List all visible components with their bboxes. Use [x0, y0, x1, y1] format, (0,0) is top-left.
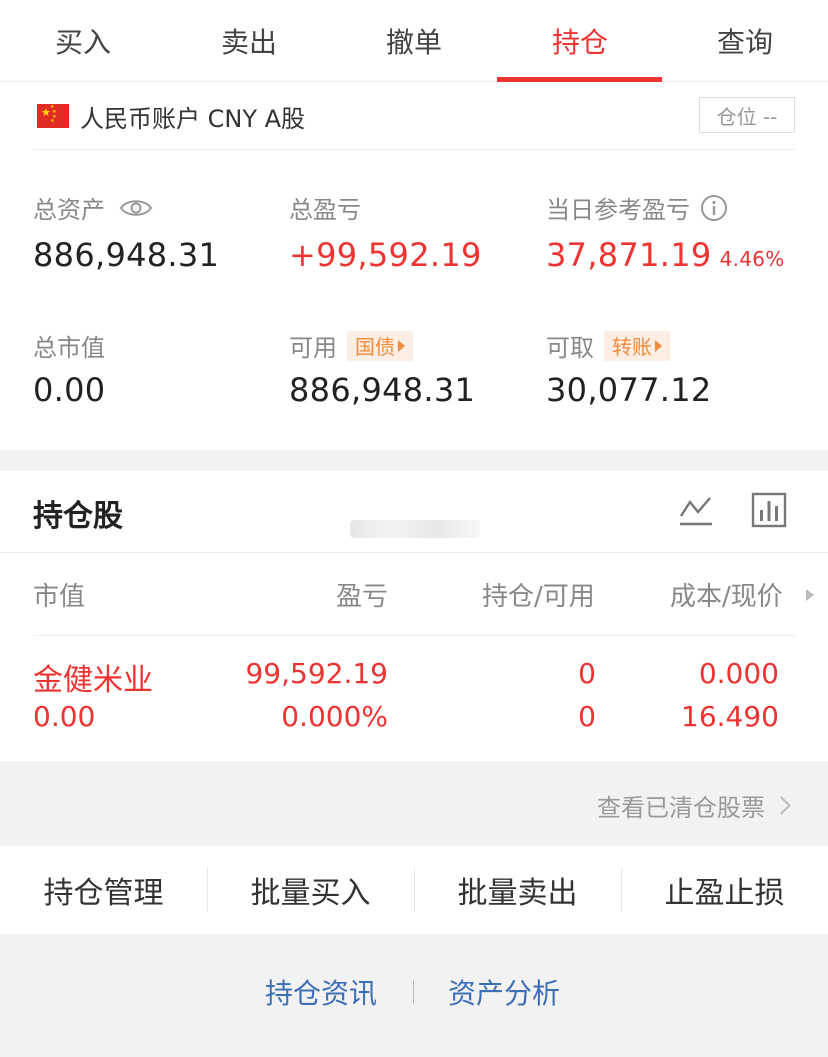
position-button[interactable]: 仓位 --	[699, 97, 795, 133]
batch-sell-button[interactable]: 批量卖出	[414, 846, 621, 934]
tab-holdings[interactable]: 持仓	[497, 0, 663, 82]
row-market-value: 0.00	[33, 700, 96, 733]
header-market-value[interactable]: 市值	[33, 576, 85, 613]
holding-actions-bar: 持仓管理 批量买入 批量卖出 止盈止损	[0, 846, 828, 934]
caret-right-icon[interactable]	[805, 588, 815, 602]
view-cleared-stocks-link[interactable]: 查看已清仓股票	[597, 788, 791, 823]
transfer-tag-text: 转账	[612, 335, 652, 359]
market-value-value: 0.00	[33, 371, 106, 409]
triangle-right-icon	[655, 339, 662, 352]
available-label: 可用 国债	[289, 328, 413, 363]
info-icon[interactable]	[700, 194, 728, 222]
stock-name: 金健米业	[33, 663, 153, 698]
bar-chart-icon[interactable]	[751, 492, 787, 528]
china-flag-icon: ★ ★ ★ ★ ★	[37, 104, 69, 128]
view-cleared-stocks-text: 查看已清仓股票	[597, 794, 765, 822]
daily-pl-label: 当日参考盈亏	[546, 190, 728, 225]
available-value: 886,948.31	[289, 371, 476, 409]
row-cost: 0.000	[698, 657, 779, 690]
divider	[33, 635, 795, 636]
daily-pl-value: 37,871.19 4.46%	[546, 236, 785, 274]
daily-pl-amount: 37,871.19	[546, 236, 712, 274]
row-pl-percent: 0.000%	[281, 700, 388, 733]
tab-cancel[interactable]: 撤单	[331, 0, 497, 82]
total-assets-label: 总资产	[33, 190, 153, 225]
trade-tab-bar: 买入 卖出 撤单 持仓 查询	[0, 0, 828, 82]
manage-holdings-button[interactable]: 持仓管理	[0, 846, 207, 934]
footer-area	[0, 934, 828, 1057]
treasury-bond-tag[interactable]: 国债	[347, 330, 413, 361]
holdings-news-link[interactable]: 持仓资讯	[265, 972, 377, 1012]
account-label: 人民币账户 CNY A股	[80, 105, 306, 133]
divider	[0, 552, 828, 553]
withdrawable-label-text: 可取	[546, 334, 594, 362]
row-pl: 99,592.19	[245, 657, 388, 690]
total-pl-value: +99,592.19	[289, 236, 482, 274]
take-profit-stop-loss-button[interactable]: 止盈止损	[621, 846, 828, 934]
chevron-right-icon	[772, 796, 791, 815]
eye-icon[interactable]	[119, 197, 153, 219]
tab-sell[interactable]: 卖出	[166, 0, 332, 82]
asset-analysis-link[interactable]: 资产分析	[448, 972, 560, 1012]
withdrawable-label: 可取 转账	[546, 328, 670, 363]
divider	[413, 980, 414, 1004]
holdings-title: 持仓股	[33, 499, 123, 534]
header-cost-price[interactable]: 成本/现价	[670, 576, 783, 613]
available-label-text: 可用	[289, 334, 337, 362]
total-assets-label-text: 总资产	[33, 196, 105, 224]
row-price: 16.490	[681, 700, 779, 733]
daily-pl-label-text: 当日参考盈亏	[546, 196, 690, 224]
line-chart-icon[interactable]	[678, 492, 714, 528]
section-divider	[0, 450, 828, 471]
triangle-right-icon	[398, 339, 405, 352]
header-pl[interactable]: 盈亏	[336, 576, 388, 613]
row-available: 0	[578, 700, 596, 733]
header-position-available[interactable]: 持仓/可用	[482, 576, 595, 613]
account-row[interactable]: ★ ★ ★ ★ ★ 人民币账户 CNY A股 仓位 --	[33, 88, 795, 150]
market-value-label: 总市值	[33, 334, 105, 362]
total-assets-value: 886,948.31	[33, 236, 220, 274]
row-position: 0	[578, 657, 596, 690]
active-tab-indicator	[497, 77, 662, 82]
withdrawable-value: 30,077.12	[546, 371, 712, 409]
tab-buy[interactable]: 买入	[0, 0, 166, 82]
daily-pl-percent: 4.46%	[719, 247, 785, 271]
batch-buy-button[interactable]: 批量买入	[207, 846, 414, 934]
tab-query[interactable]: 查询	[662, 0, 828, 82]
treasury-bond-tag-text: 国债	[355, 335, 395, 359]
transfer-tag[interactable]: 转账	[604, 330, 670, 361]
total-pl-label: 总盈亏	[289, 196, 361, 224]
blurred-content	[350, 520, 480, 538]
